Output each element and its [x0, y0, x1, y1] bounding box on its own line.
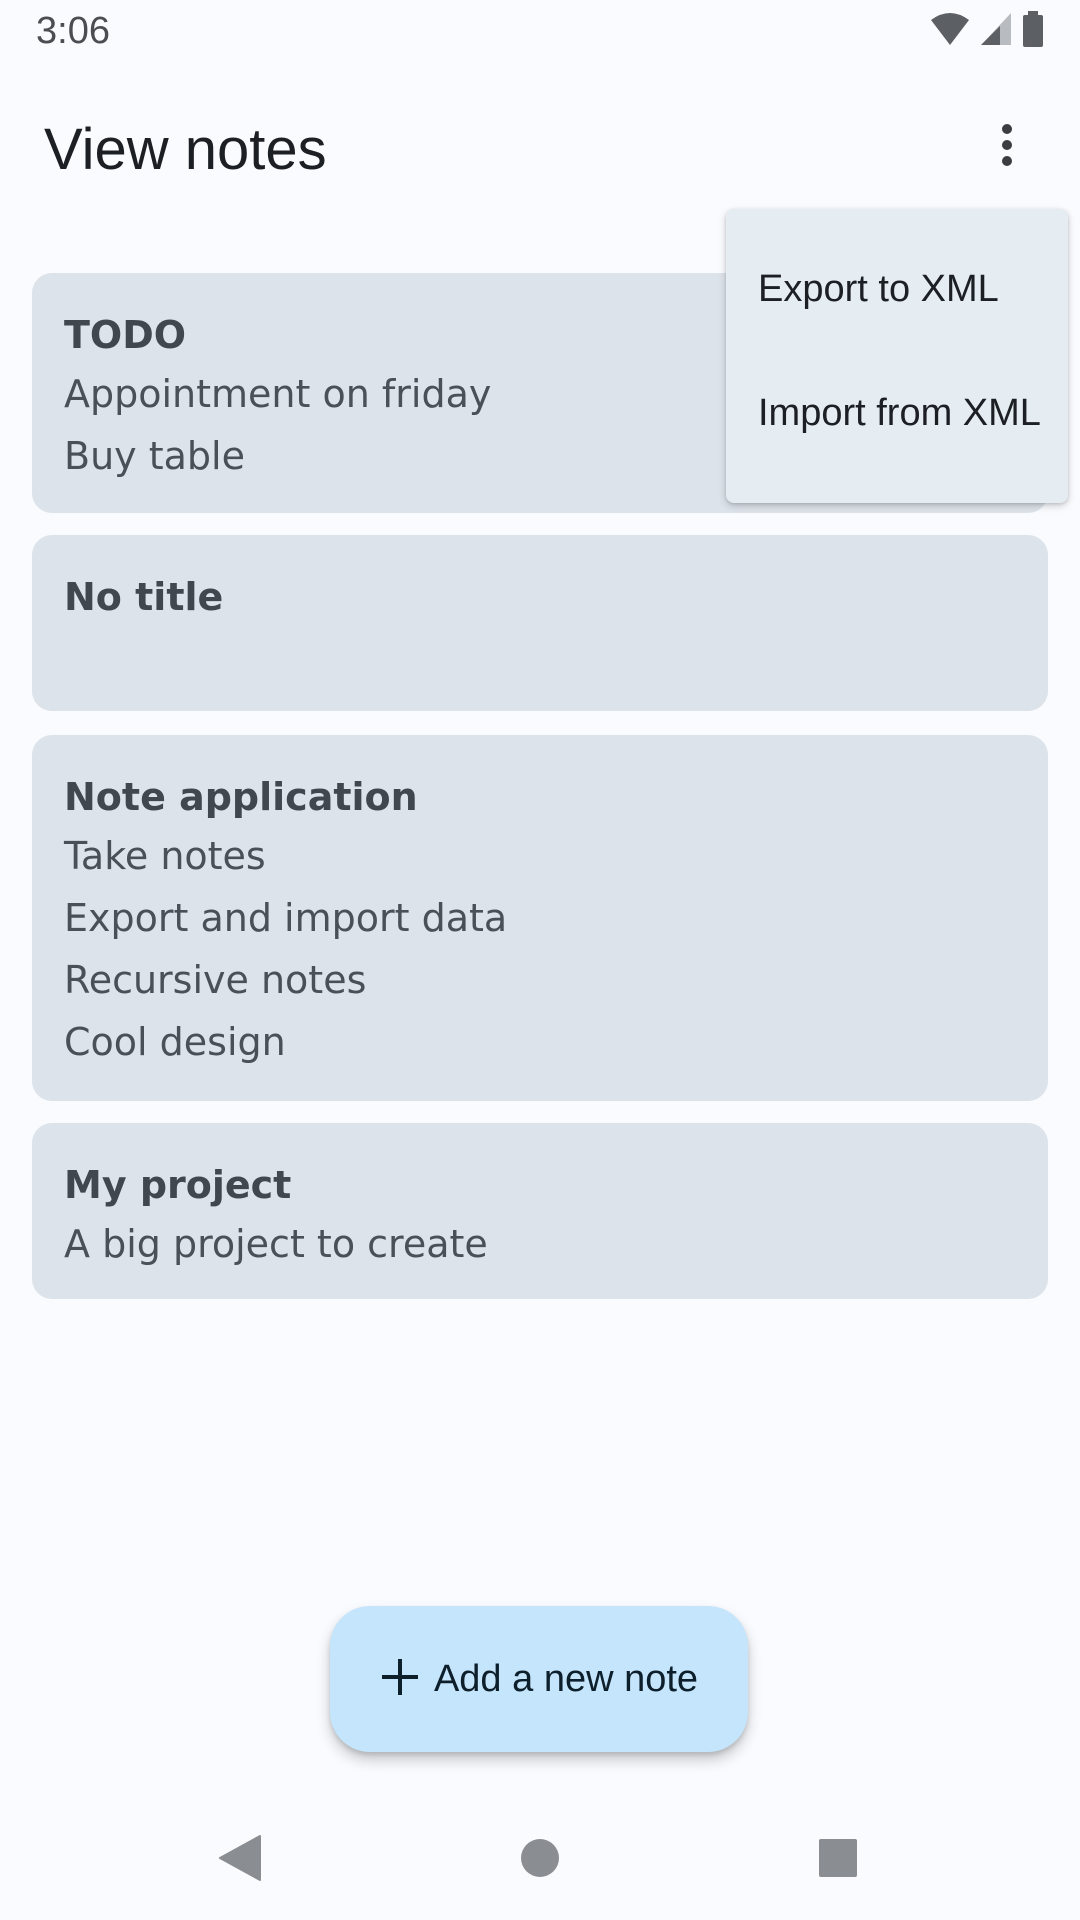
add-note-button[interactable]: Add a new note	[330, 1606, 748, 1752]
page-title: View notes	[44, 117, 327, 182]
note-card-note-application[interactable]: Note application Take notes Export and i…	[32, 735, 1048, 1101]
back-button[interactable]	[210, 1830, 270, 1890]
menu-item-label: Export to XML	[758, 268, 999, 310]
note-line: Export and import data	[64, 896, 508, 940]
back-icon	[218, 1834, 262, 1886]
more-options-button[interactable]	[974, 114, 1040, 180]
overflow-menu: Export to XML Import from XML	[726, 209, 1068, 503]
home-button[interactable]	[510, 1830, 570, 1890]
menu-item-import-xml[interactable]: Import from XML	[726, 391, 1068, 515]
recents-button[interactable]	[808, 1830, 868, 1890]
status-icons	[930, 11, 1044, 51]
home-icon	[520, 1838, 560, 1882]
note-title: My project	[64, 1163, 292, 1207]
note-line: Recursive notes	[64, 958, 367, 1002]
note-line: Take notes	[64, 834, 266, 878]
note-line: Cool design	[64, 1020, 286, 1064]
top-app-bar: View notes	[0, 66, 1080, 232]
navigation-bar	[0, 1800, 1080, 1920]
status-time: 3:06	[36, 10, 110, 52]
recents-icon	[818, 1838, 858, 1882]
battery-icon	[1022, 11, 1044, 51]
note-line: A big project to create	[64, 1222, 488, 1266]
note-title: No title	[64, 575, 224, 619]
note-title: Note application	[64, 775, 418, 819]
plus-icon	[380, 1657, 420, 1701]
menu-item-export-xml[interactable]: Export to XML	[726, 267, 1068, 391]
status-bar: 3:06	[0, 0, 1080, 66]
cellular-signal-icon	[980, 12, 1012, 50]
more-vert-icon	[1000, 123, 1014, 171]
wifi-icon	[930, 12, 970, 50]
note-card-my-project[interactable]: My project A big project to create	[32, 1123, 1048, 1299]
menu-item-label: Import from XML	[758, 392, 1041, 434]
add-note-label: Add a new note	[433, 1657, 699, 1700]
note-card-no-title[interactable]: No title	[32, 535, 1048, 711]
